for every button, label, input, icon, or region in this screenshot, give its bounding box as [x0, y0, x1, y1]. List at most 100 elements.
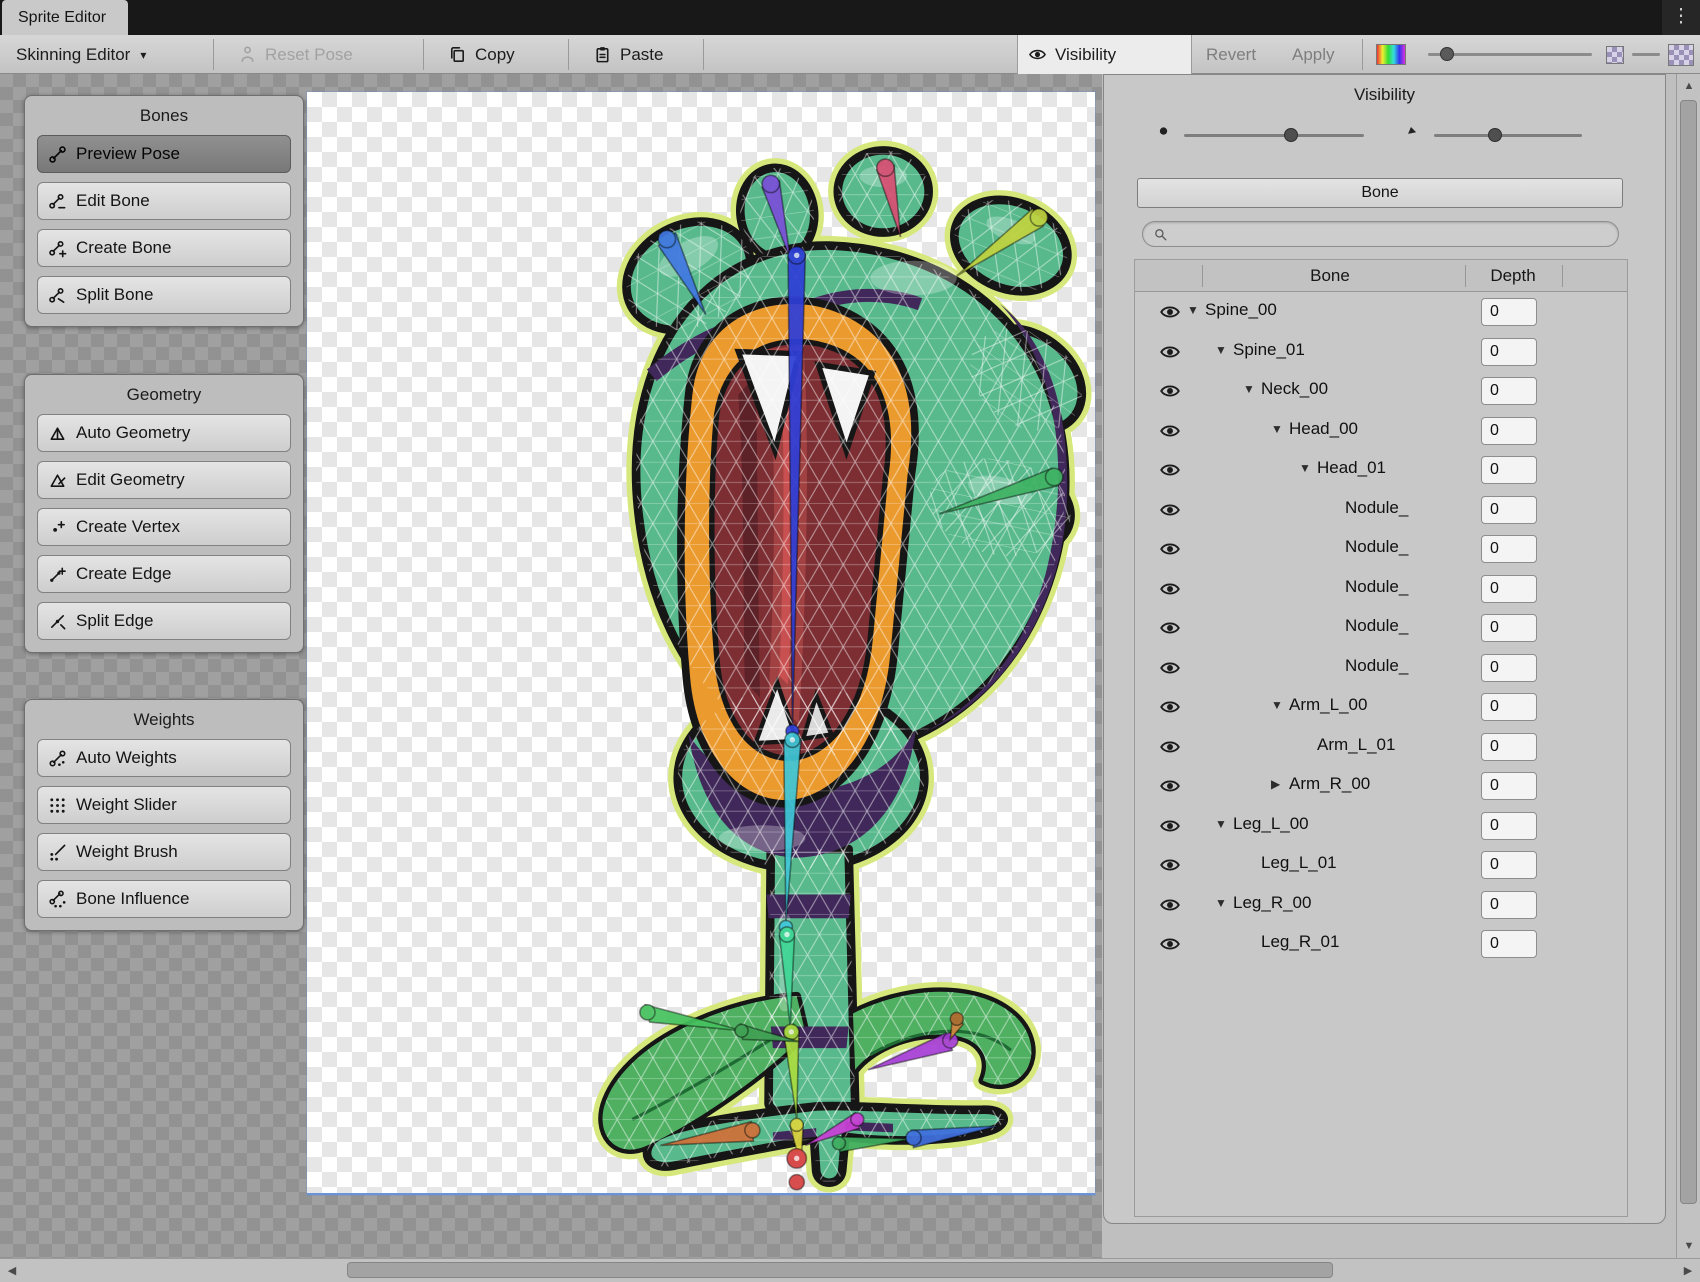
bone-name[interactable]: Leg_R_01 [1261, 932, 1339, 952]
expand-arrow[interactable]: ▼ [1215, 896, 1231, 910]
scroll-up-icon[interactable]: ▲ [1677, 74, 1700, 98]
bone-name[interactable]: Spine_01 [1233, 340, 1305, 360]
canvas-background[interactable]: Bones Preview Pose Edit Bone Create Bone… [0, 74, 1102, 1258]
preview-pose-button[interactable]: Preview Pose [37, 135, 291, 173]
depth-input[interactable] [1481, 812, 1537, 840]
tab-sprite-editor[interactable]: Sprite Editor [2, 0, 128, 35]
eye-icon[interactable] [1159, 775, 1181, 797]
scroll-down-icon[interactable]: ▼ [1677, 1234, 1700, 1258]
bone-name[interactable]: Arm_R_00 [1289, 774, 1370, 794]
bone-size-slider-track[interactable] [1184, 134, 1364, 137]
eye-icon[interactable] [1159, 578, 1181, 600]
split-edge-button[interactable]: Split Edge [37, 602, 291, 640]
sprite-canvas[interactable] [307, 92, 1095, 1195]
weight-brush-button[interactable]: Weight Brush [37, 833, 291, 871]
bone-name[interactable]: Neck_00 [1261, 379, 1328, 399]
search-field[interactable] [1142, 221, 1619, 247]
bone-name[interactable]: Nodule_ [1345, 577, 1408, 597]
horizontal-scrollbar[interactable]: ◀ ▶ [0, 1258, 1700, 1282]
create-bone-button[interactable]: Create Bone [37, 229, 291, 267]
reset-pose-button[interactable]: Reset Pose [228, 35, 363, 74]
auto-weights-button[interactable]: Auto Weights [37, 739, 291, 777]
eye-icon[interactable] [1159, 933, 1181, 955]
expand-arrow[interactable]: ▼ [1243, 382, 1259, 396]
eye-icon[interactable] [1159, 617, 1181, 639]
bone-influence-button[interactable]: Bone Influence [37, 880, 291, 918]
bone-size-slider-knob[interactable] [1284, 128, 1298, 142]
horizontal-scroll-thumb[interactable] [347, 1262, 1333, 1278]
expand-arrow[interactable]: ▼ [1215, 343, 1231, 357]
bone-name[interactable]: Nodule_ [1345, 498, 1408, 518]
create-vertex-button[interactable]: Create Vertex [37, 508, 291, 546]
expand-arrow[interactable]: ▼ [1299, 461, 1315, 475]
bone-name[interactable]: Leg_L_00 [1233, 814, 1309, 834]
eye-icon[interactable] [1159, 301, 1181, 323]
bone-name[interactable]: Nodule_ [1345, 537, 1408, 557]
eye-icon[interactable] [1159, 499, 1181, 521]
color-channel-swatch[interactable] [1376, 44, 1406, 65]
alpha-checker-swatch[interactable] [1606, 46, 1624, 64]
eye-icon[interactable] [1159, 459, 1181, 481]
depth-input[interactable] [1481, 891, 1537, 919]
depth-input[interactable] [1481, 575, 1537, 603]
bone-name[interactable]: Spine_00 [1205, 300, 1277, 320]
depth-input[interactable] [1481, 298, 1537, 326]
zoom-slider-knob[interactable] [1440, 47, 1454, 61]
expand-arrow[interactable]: ▼ [1271, 698, 1287, 712]
bone-name[interactable]: Head_00 [1289, 419, 1358, 439]
vertical-scrollbar[interactable]: ▲ ▼ [1676, 74, 1700, 1258]
skinning-editor-dropdown[interactable]: Skinning Editor ▾ [6, 35, 156, 74]
expand-arrow[interactable]: ▼ [1187, 303, 1203, 317]
eye-icon[interactable] [1159, 736, 1181, 758]
depth-input[interactable] [1481, 851, 1537, 879]
bone-name[interactable]: Arm_L_01 [1317, 735, 1395, 755]
search-input[interactable] [1174, 226, 1608, 243]
eye-icon[interactable] [1159, 380, 1181, 402]
expand-arrow[interactable]: ▶ [1271, 777, 1287, 791]
paste-button[interactable]: Paste [583, 35, 673, 74]
bone-opacity-slider-track[interactable] [1434, 134, 1582, 137]
split-bone-button[interactable]: Split Bone [37, 276, 291, 314]
depth-input[interactable] [1481, 535, 1537, 563]
bone-name[interactable]: Arm_L_00 [1289, 695, 1367, 715]
expand-arrow[interactable]: ▼ [1215, 817, 1231, 831]
mip-slider-track[interactable] [1632, 53, 1660, 56]
scroll-left-icon[interactable]: ◀ [0, 1259, 24, 1282]
eye-icon[interactable] [1159, 815, 1181, 837]
bone-tab[interactable]: Bone [1137, 178, 1623, 208]
depth-input[interactable] [1481, 377, 1537, 405]
scroll-right-icon[interactable]: ▶ [1676, 1259, 1700, 1282]
depth-input[interactable] [1481, 338, 1537, 366]
bone-name[interactable]: Nodule_ [1345, 616, 1408, 636]
header-bone[interactable]: Bone [1215, 260, 1445, 292]
bone-name[interactable]: Leg_R_00 [1233, 893, 1311, 913]
bone-opacity-slider-knob[interactable] [1488, 128, 1502, 142]
depth-input[interactable] [1481, 930, 1537, 958]
eye-icon[interactable] [1159, 696, 1181, 718]
edit-geometry-button[interactable]: Edit Geometry [37, 461, 291, 499]
eye-icon[interactable] [1159, 854, 1181, 876]
eye-icon[interactable] [1159, 657, 1181, 679]
mip-checker-swatch[interactable] [1668, 44, 1694, 66]
kebab-menu-icon[interactable]: ⋮ [1662, 0, 1700, 35]
depth-input[interactable] [1481, 733, 1537, 761]
depth-input[interactable] [1481, 772, 1537, 800]
bone-name[interactable]: Nodule_ [1345, 656, 1408, 676]
depth-input[interactable] [1481, 496, 1537, 524]
eye-icon[interactable] [1159, 420, 1181, 442]
expand-arrow[interactable]: ▼ [1271, 422, 1287, 436]
visibility-toggle[interactable]: Visibility [1017, 35, 1192, 74]
eye-icon[interactable] [1159, 341, 1181, 363]
revert-button[interactable]: Revert [1196, 35, 1266, 74]
depth-input[interactable] [1481, 456, 1537, 484]
depth-input[interactable] [1481, 654, 1537, 682]
depth-input[interactable] [1481, 614, 1537, 642]
bone-name[interactable]: Leg_L_01 [1261, 853, 1337, 873]
edit-bone-button[interactable]: Edit Bone [37, 182, 291, 220]
apply-button[interactable]: Apply [1282, 35, 1345, 74]
eye-icon[interactable] [1159, 538, 1181, 560]
copy-button[interactable]: Copy [438, 35, 525, 74]
bone-name[interactable]: Head_01 [1317, 458, 1386, 478]
eye-icon[interactable] [1159, 894, 1181, 916]
depth-input[interactable] [1481, 417, 1537, 445]
